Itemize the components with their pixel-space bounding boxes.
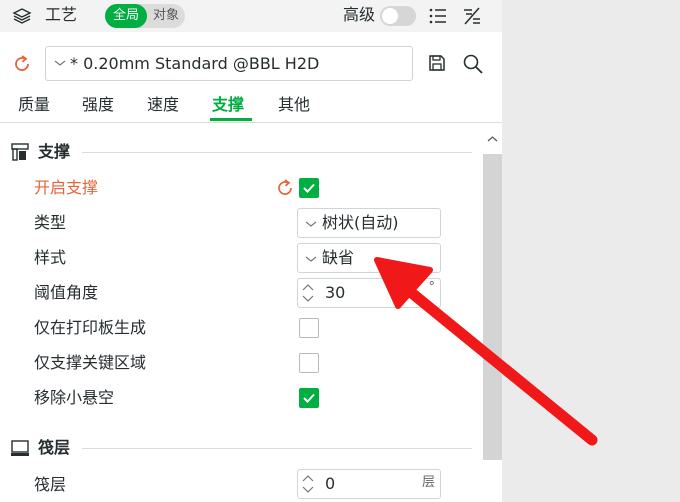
support-style-label: 样式 — [34, 248, 67, 267]
list-icon[interactable] — [428, 6, 448, 26]
check-icon — [303, 183, 315, 193]
tab-quality[interactable]: 质量 — [18, 95, 50, 115]
critical-regions-label: 仅支撑关键区域 — [34, 353, 147, 372]
threshold-angle-label: 阈值角度 — [34, 283, 99, 302]
raft-layers-input[interactable]: 0 层 — [297, 469, 441, 499]
process-settings-panel: 工艺 全局 对象 高级 * 0.20mm Standard @BBL H2D 质… — [0, 0, 502, 502]
section-divider — [82, 152, 472, 153]
reset-icon[interactable] — [275, 178, 295, 198]
chevron-down-icon — [305, 256, 317, 262]
save-icon[interactable] — [428, 54, 446, 72]
active-tab-indicator — [210, 118, 252, 121]
section-title-raft: 筏层 — [38, 438, 71, 457]
on-build-plate-checkbox[interactable] — [299, 318, 319, 338]
raft-layers-label: 筏层 — [34, 475, 67, 494]
scroll-up-icon[interactable] — [487, 134, 498, 145]
tab-support[interactable]: 支撑 — [212, 95, 244, 115]
chevron-down-icon — [305, 221, 317, 227]
search-icon[interactable] — [462, 53, 484, 75]
advanced-toggle[interactable] — [380, 6, 416, 26]
background-area — [502, 0, 680, 502]
support-icon — [11, 143, 29, 161]
preset-value: * 0.20mm Standard @BBL H2D — [70, 54, 320, 73]
spin-arrows-icon[interactable] — [301, 281, 315, 305]
advanced-label: 高级 — [343, 5, 376, 24]
threshold-angle-value: 30 — [325, 283, 346, 302]
check-icon — [303, 393, 315, 403]
threshold-angle-unit: ° — [428, 280, 436, 295]
scroll-thumb[interactable] — [483, 154, 502, 460]
layers-icon — [12, 8, 32, 24]
raft-layers-unit: 层 — [421, 475, 435, 490]
section-title-support: 支撑 — [38, 142, 71, 161]
tab-others[interactable]: 其他 — [278, 95, 310, 115]
settings-tabs: 质量 强度 速度 支撑 其他 — [0, 92, 502, 122]
remove-small-overhangs-checkbox[interactable] — [299, 388, 319, 408]
support-type-label: 类型 — [34, 213, 67, 232]
compare-icon[interactable] — [462, 6, 482, 26]
refresh-icon[interactable] — [12, 54, 32, 74]
section-divider — [82, 448, 472, 449]
panel-header: 工艺 全局 对象 高级 — [0, 0, 502, 32]
preset-dropdown[interactable]: * 0.20mm Standard @BBL H2D — [45, 46, 413, 81]
support-style-dropdown[interactable]: 缺省 — [297, 243, 441, 273]
scope-object-option[interactable]: 对象 — [148, 4, 184, 28]
support-type-dropdown[interactable]: 树状(自动) — [297, 208, 441, 238]
scope-switch[interactable]: 全局 对象 — [105, 4, 185, 28]
enable-support-checkbox[interactable] — [299, 178, 319, 198]
support-type-value: 树状(自动) — [322, 213, 399, 232]
spin-arrows-icon[interactable] — [301, 472, 315, 496]
chevron-down-icon — [54, 60, 66, 66]
support-style-value: 缺省 — [322, 248, 355, 267]
tabs-divider — [0, 122, 502, 123]
critical-regions-checkbox[interactable] — [299, 353, 319, 373]
scope-global-option[interactable]: 全局 — [105, 4, 147, 28]
enable-support-label: 开启支撑 — [34, 178, 99, 197]
scrollbar[interactable] — [483, 130, 502, 502]
panel-title: 工艺 — [45, 5, 78, 24]
raft-icon — [11, 440, 29, 456]
tab-strength[interactable]: 强度 — [82, 95, 114, 115]
raft-layers-value: 0 — [325, 474, 336, 493]
tab-speed[interactable]: 速度 — [147, 95, 179, 115]
remove-small-overhangs-label: 移除小悬空 — [34, 388, 115, 407]
threshold-angle-input[interactable]: 30 ° — [297, 278, 441, 308]
toggle-knob — [382, 8, 398, 24]
on-build-plate-label: 仅在打印板生成 — [34, 318, 147, 337]
